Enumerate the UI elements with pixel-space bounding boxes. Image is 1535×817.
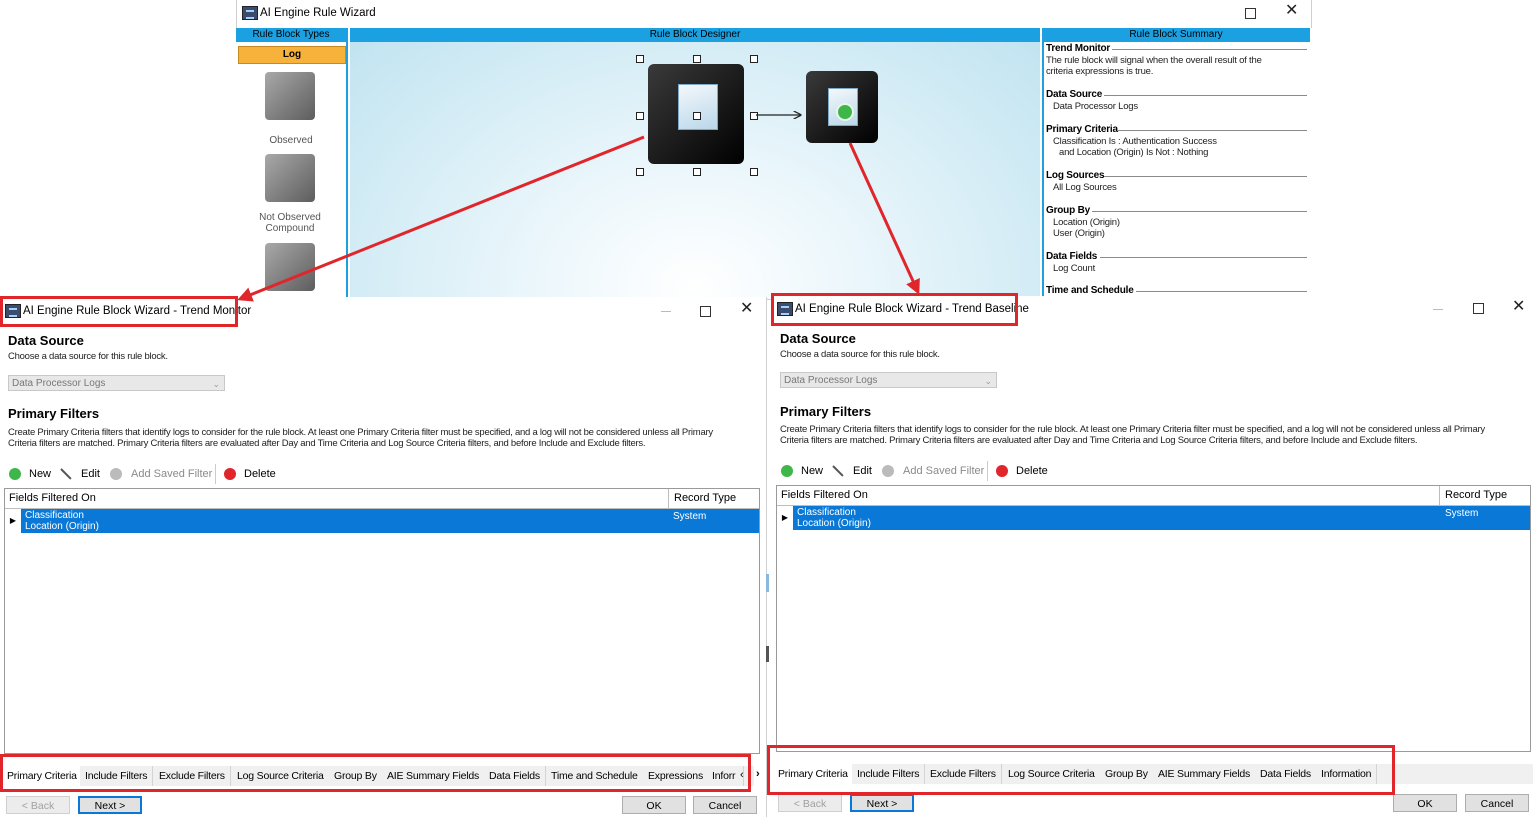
annotation-arrows: [237, 0, 920, 302]
annotation-arrow-to-baseline: [848, 142, 920, 295]
annotation-arrow-to-monitor: [237, 135, 645, 302]
